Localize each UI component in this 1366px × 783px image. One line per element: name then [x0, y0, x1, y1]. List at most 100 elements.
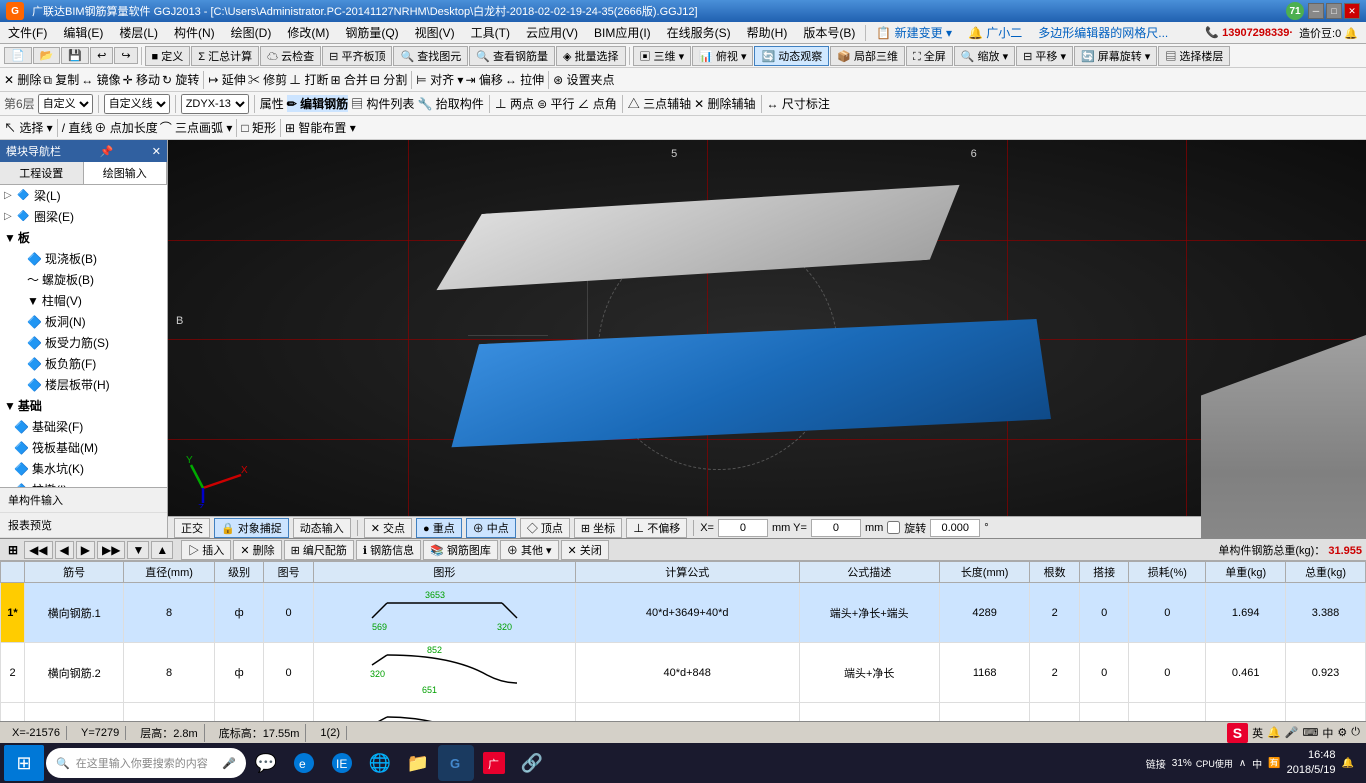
- 3d-scene[interactable]: 5 6 B X Y Z: [168, 140, 1366, 538]
- tb-save[interactable]: 💾: [61, 47, 89, 64]
- tb-set-grip[interactable]: ⊛ 设置夹点: [553, 71, 614, 88]
- tb-dynamic-view[interactable]: 🔄 动态观察: [754, 46, 829, 66]
- nav-prev-btn[interactable]: ◀: [55, 541, 74, 559]
- nav-up-btn[interactable]: ▲: [151, 541, 173, 559]
- close-button[interactable]: ✕: [1344, 3, 1360, 19]
- menu-online[interactable]: 在线服务(S): [659, 22, 739, 43]
- table-row[interactable]: 3 横向钢筋.3 8 ф 0 320 40*: [1, 703, 1366, 722]
- tree-item-column-stump[interactable]: 🔷柱墩(I): [10, 479, 167, 487]
- tb-stretch[interactable]: ↔ 拉伸: [505, 71, 544, 88]
- mic-icon[interactable]: 🎤: [1285, 726, 1299, 739]
- keyboard-icon[interactable]: ⌨: [1303, 726, 1319, 739]
- tb-select-layer[interactable]: ▤ 选择楼层: [1158, 46, 1230, 66]
- rotate-checkbox[interactable]: [887, 521, 900, 534]
- btn-ortho[interactable]: 正交: [174, 518, 210, 538]
- btn-insert[interactable]: ▷ 插入: [181, 540, 231, 560]
- menu-component[interactable]: 构件(N): [166, 22, 223, 43]
- tb-parallel[interactable]: ⊜ 平行: [537, 95, 574, 112]
- nav-next-btn[interactable]: ▶: [76, 541, 95, 559]
- menu-edit[interactable]: 编辑(E): [55, 22, 111, 43]
- tree-item-column-cap[interactable]: ▼柱帽(V): [10, 290, 167, 311]
- tree-item-found-beam[interactable]: 🔷基础梁(F): [10, 416, 167, 437]
- sidebar-close-icon[interactable]: ✕: [152, 145, 161, 158]
- tb-3d[interactable]: ▣ 三维 ▾: [633, 46, 692, 66]
- tab-drawing-input[interactable]: 绘图输入: [84, 162, 168, 184]
- tb-flat-slab[interactable]: ⊟ 平齐板顶: [322, 46, 392, 66]
- tree-item-raft-found[interactable]: 🔷筏板基础(M): [10, 437, 167, 458]
- menu-floor[interactable]: 楼层(L): [111, 22, 166, 43]
- menu-rebar[interactable]: 钢筋量(Q): [337, 22, 406, 43]
- settings-icon[interactable]: ⚙: [1337, 726, 1347, 739]
- tree-item-water-pit[interactable]: 🔷集水坑(K): [10, 458, 167, 479]
- table-row[interactable]: 1* 横向钢筋.1 8 ф 0 569 3653: [1, 583, 1366, 643]
- menu-modify[interactable]: 修改(M): [279, 22, 337, 43]
- tree-item-spiral-slab[interactable]: 〜螺旋板(B): [10, 269, 167, 290]
- tb-fullscreen[interactable]: ⛶ 全屏: [906, 46, 953, 66]
- task-app-edge[interactable]: e: [286, 745, 322, 781]
- tb-align[interactable]: ⊨ 对齐 ▾: [416, 71, 463, 88]
- menu-help[interactable]: 帮助(H): [739, 22, 796, 43]
- tb-component-list[interactable]: ▤ 构件列表: [351, 95, 414, 112]
- btn-intersection[interactable]: ✕ 交点: [364, 518, 412, 538]
- tree-item-beam[interactable]: ▷ 🔷 梁(L): [0, 185, 167, 206]
- menu-new-change[interactable]: 📋 新建变更 ▾: [868, 22, 960, 43]
- menu-cloud[interactable]: 云应用(V): [518, 22, 586, 43]
- single-component-input-btn[interactable]: 单构件输入: [0, 488, 167, 513]
- nav-first-btn[interactable]: ◀◀: [24, 541, 52, 559]
- axis-def-select[interactable]: 自定义线: [104, 94, 170, 114]
- tb-mirror[interactable]: ↔ 镜像: [81, 71, 120, 88]
- tb-line[interactable]: / 直线: [62, 119, 93, 136]
- task-app-glodon[interactable]: 广: [476, 745, 512, 781]
- power-icon[interactable]: ⏻: [1351, 726, 1360, 739]
- btn-rebar-library[interactable]: 📚 钢筋图库: [423, 540, 498, 560]
- rebar-table-container[interactable]: 筋号 直径(mm) 级别 图号 图形 计算公式 公式描述 长度(mm) 根数 搭…: [0, 561, 1366, 721]
- tb-select[interactable]: ↖ 选择 ▾: [4, 119, 53, 136]
- btn-coord[interactable]: ⊞ 坐标: [574, 518, 622, 538]
- btn-midpoint-snap[interactable]: ● 重点: [416, 518, 462, 538]
- tb-floor-view[interactable]: 📊 俯视 ▾: [692, 46, 753, 66]
- menu-draw[interactable]: 绘图(D): [223, 22, 280, 43]
- tb-copy[interactable]: ⧉ 复制: [43, 71, 79, 88]
- btn-snap[interactable]: 🔒 对象捕捉: [214, 518, 289, 538]
- btn-match-rebar[interactable]: ⊞ 编尺配筋: [284, 540, 354, 560]
- tray-ime[interactable]: 🈶: [1268, 758, 1280, 769]
- tree-item-cast-slab[interactable]: 🔷现浇板(B): [10, 248, 167, 269]
- tree-item-ring-beam[interactable]: ▷ 🔷 圈梁(E): [0, 206, 167, 227]
- tb-edit-rebar[interactable]: ✏ 编辑钢筋: [287, 95, 348, 112]
- start-button[interactable]: ⊞: [4, 745, 44, 781]
- tree-item-slab-neg-rebar[interactable]: 🔷板负筋(F): [10, 353, 167, 374]
- btn-rebar-info[interactable]: ℹ 钢筋信息: [356, 540, 421, 560]
- tb-undo[interactable]: ↩: [90, 47, 113, 64]
- btn-no-offset[interactable]: ⊥ 不偏移: [626, 518, 687, 538]
- tab-project-settings[interactable]: 工程设置: [0, 162, 84, 184]
- tree-item-floor-band[interactable]: 🔷楼层板带(H): [10, 374, 167, 395]
- tb-move[interactable]: ✛ 移动: [123, 71, 160, 88]
- nav-down-btn[interactable]: ▼: [127, 541, 149, 559]
- layer-select[interactable]: 自定义: [38, 94, 93, 114]
- menu-bim[interactable]: BIM应用(I): [586, 22, 659, 43]
- tb-sum[interactable]: Σ 汇总计算: [191, 46, 259, 66]
- x-input[interactable]: [718, 519, 768, 537]
- task-app-g[interactable]: G: [438, 745, 474, 781]
- rotate-input[interactable]: [930, 519, 980, 537]
- task-app-ie[interactable]: IE: [324, 745, 360, 781]
- notification-icon[interactable]: 🔔: [1267, 726, 1281, 739]
- tree-item-slab-hole[interactable]: 🔷板洞(N): [10, 311, 167, 332]
- tray-up-arrow[interactable]: ∧: [1239, 758, 1246, 769]
- btn-vertex[interactable]: ◇ 顶点: [520, 518, 570, 538]
- tb-delete[interactable]: ✕ 删除: [4, 71, 41, 88]
- tb-flatten[interactable]: ⊟ 平移 ▾: [1016, 46, 1073, 66]
- tb-divide[interactable]: ⊟ 分割: [370, 71, 407, 88]
- menu-grid-editor[interactable]: 多边形编辑器的网格尺...: [1030, 22, 1176, 43]
- minimize-button[interactable]: ─: [1308, 3, 1324, 19]
- tb-define[interactable]: ■ 定义: [145, 46, 191, 66]
- tb-smart-place[interactable]: ⊞ 智能布置 ▾: [285, 119, 356, 136]
- btn-midpoint[interactable]: ⊕ 中点: [466, 518, 516, 538]
- table-row[interactable]: 2 横向钢筋.2 8 ф 0 320 852 651: [1, 643, 1366, 703]
- tb-view-rebar[interactable]: 🔍 查看钢筋量: [469, 46, 555, 66]
- tb-pick-component[interactable]: 🔧 抬取构件: [417, 95, 483, 112]
- tb-del-axis[interactable]: ✕ 删除辅轴: [694, 95, 755, 112]
- tb-batch-select[interactable]: ◈ 批量选择: [556, 46, 626, 66]
- tb-local-3d[interactable]: 📦 局部三维: [830, 46, 905, 66]
- tb-extend[interactable]: ↦ 延伸: [208, 71, 245, 88]
